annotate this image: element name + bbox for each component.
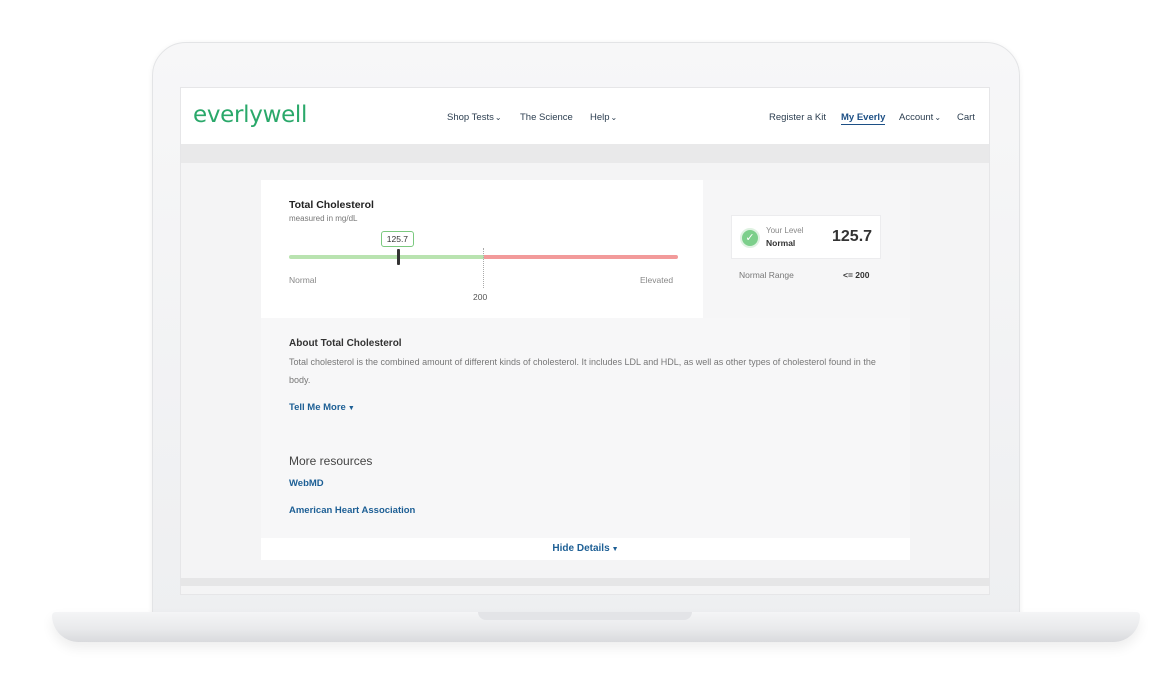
range-label-elevated: Elevated — [640, 275, 674, 285]
link-webmd[interactable]: WebMD — [289, 478, 324, 489]
value-marker — [396, 249, 400, 265]
level-label: Your Level — [766, 226, 804, 235]
normal-range-label: Normal Range — [739, 270, 794, 280]
sub-navbar — [181, 144, 989, 163]
level-value: 125.7 — [832, 228, 873, 245]
level-status: Normal — [766, 238, 796, 248]
range-bar-elevated — [484, 255, 678, 259]
chevron-down-icon: ⌄ — [610, 113, 618, 122]
value-bubble: 125.7 — [380, 231, 414, 247]
page-bottom-bar — [181, 578, 989, 586]
about-title: About Total Cholesterol — [289, 338, 402, 349]
chevron-down-icon: ⌄ — [934, 113, 942, 122]
tell-me-more-button[interactable]: Tell Me More ▼ — [289, 402, 355, 413]
top-navbar: everlywell Shop Tests⌄ The Science Help⌄… — [181, 88, 989, 144]
nav-shop-tests[interactable]: Shop Tests⌄ — [447, 112, 502, 123]
normal-range-value: <= 200 — [843, 270, 870, 280]
nav-help[interactable]: Help⌄ — [590, 112, 617, 123]
check-circle-icon: ✓ — [740, 228, 760, 248]
details-section: About Total Cholesterol Total cholestero… — [261, 318, 910, 538]
metric-unit: measured in mg/dL — [289, 214, 358, 223]
about-text: Total cholesterol is the combined amount… — [289, 357, 876, 385]
threshold-label: 200 — [473, 292, 488, 302]
nav-the-science[interactable]: The Science — [520, 112, 573, 123]
nav-my-everly[interactable]: My Everly — [841, 112, 886, 125]
chevron-down-icon: ⌄ — [494, 113, 502, 122]
hide-details-button[interactable]: Hide Details ▼ — [261, 538, 910, 560]
caret-down-icon: ▼ — [611, 546, 619, 553]
caret-down-icon: ▼ — [347, 405, 355, 412]
range-bar-normal — [289, 255, 484, 259]
link-american-heart-association[interactable]: American Heart Association — [289, 505, 415, 516]
resources-title: More resources — [289, 454, 373, 468]
level-panel: ✓ Your Level Normal 125.7 Normal Range <… — [703, 180, 910, 318]
nav-register-kit[interactable]: Register a Kit — [769, 112, 826, 123]
level-box: ✓ Your Level Normal 125.7 — [731, 215, 881, 259]
browser-screen: everlywell Shop Tests⌄ The Science Help⌄… — [180, 87, 990, 595]
range-label-normal: Normal — [289, 275, 317, 285]
laptop-notch — [478, 612, 692, 620]
nav-account[interactable]: Account⌄ — [899, 112, 941, 123]
result-card: Total Cholesterol measured in mg/dL 125.… — [261, 180, 703, 318]
metric-title: Total Cholesterol — [289, 199, 374, 211]
everlywell-logo[interactable]: everlywell — [193, 102, 307, 128]
threshold-divider — [483, 248, 484, 288]
nav-cart[interactable]: Cart — [957, 112, 975, 123]
